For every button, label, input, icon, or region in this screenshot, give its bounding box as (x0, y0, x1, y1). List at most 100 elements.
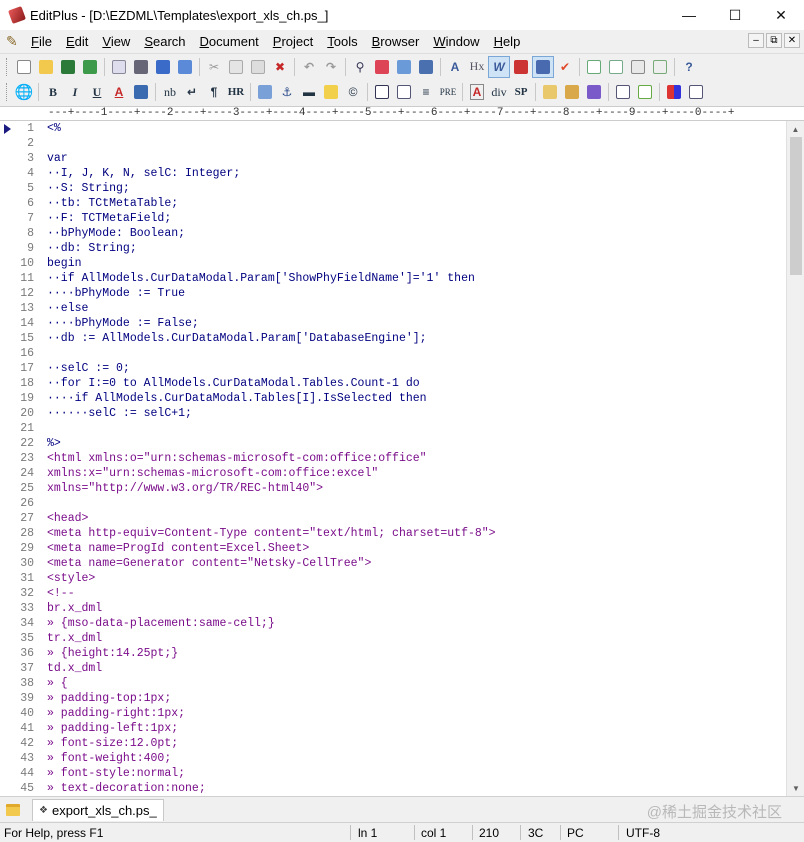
code-line[interactable]: 8 ··bPhyMode: Boolean; (0, 226, 786, 241)
go-to-line-button[interactable] (415, 56, 437, 78)
tab-export-xls-ch[interactable]: ❖ export_xls_ch.ps_ (32, 798, 164, 821)
pre-button[interactable]: PRE (437, 81, 459, 103)
comment-button[interactable]: © (342, 81, 364, 103)
line-number-button[interactable] (510, 56, 532, 78)
code-line[interactable]: 17 ··selC := 0; (0, 361, 786, 376)
code-line[interactable]: 13 ··else (0, 301, 786, 316)
save-button[interactable] (57, 56, 79, 78)
toolbar-grip[interactable] (6, 57, 9, 76)
code-line[interactable]: 28 <meta http-equiv=Content-Type content=… (0, 526, 786, 541)
font-color-button[interactable]: A (108, 81, 130, 103)
html-browser-button[interactable]: 🌐 (13, 81, 35, 103)
code-line[interactable]: 41 » padding-left:1px; (0, 721, 786, 736)
underline-button[interactable]: U (86, 81, 108, 103)
italic-button[interactable]: I (64, 81, 86, 103)
spell-check-button[interactable] (152, 56, 174, 78)
cut-button[interactable]: ✂ (203, 56, 225, 78)
code-line[interactable]: 16 (0, 346, 786, 361)
vertical-scrollbar[interactable]: ▲ ▼ (786, 121, 804, 796)
highlight-button[interactable] (320, 81, 342, 103)
color-picker-button[interactable] (583, 81, 605, 103)
menu-search[interactable]: Search (137, 34, 192, 49)
code-line[interactable]: 43 » font-weight:400; (0, 751, 786, 766)
open-button[interactable] (35, 56, 57, 78)
nbsp-button[interactable]: nb (159, 81, 181, 103)
color-button[interactable] (663, 81, 685, 103)
status-encoding[interactable]: UTF-8 (626, 826, 660, 840)
code-line[interactable]: 27 <head> (0, 511, 786, 526)
menu-view[interactable]: View (95, 34, 137, 49)
paste-button[interactable] (247, 56, 269, 78)
frame-button[interactable] (612, 81, 634, 103)
code-line[interactable]: 44 » font-style:normal; (0, 766, 786, 781)
find-in-files-button[interactable] (393, 56, 415, 78)
font-face-button[interactable]: A (466, 81, 488, 103)
code-line[interactable]: 31 <style> (0, 571, 786, 586)
code-line[interactable]: 24 xmlns:x="urn:schemas-microsoft-com:off… (0, 466, 786, 481)
maximize-button[interactable]: ☐ (712, 0, 758, 30)
code-line[interactable]: 4 ··I, J, K, N, selC: Integer; (0, 166, 786, 181)
code-line[interactable]: 10 begin (0, 256, 786, 271)
code-line[interactable]: 35 tr.x_dml (0, 631, 786, 646)
folder-icon[interactable] (6, 803, 20, 816)
menu-file[interactable]: File (24, 34, 59, 49)
scroll-up-arrow-icon[interactable]: ▲ (787, 121, 804, 137)
close-button[interactable]: ✕ (758, 0, 804, 30)
delete-button[interactable]: ✖ (269, 56, 291, 78)
table-button[interactable] (371, 81, 393, 103)
code-line[interactable]: 6 ··tb: TCtMetaTable; (0, 196, 786, 211)
script-button[interactable] (561, 81, 583, 103)
code-line[interactable]: 5 ··S: String; (0, 181, 786, 196)
code-line[interactable]: 32 <!-- (0, 586, 786, 601)
scrollbar-thumb[interactable] (790, 137, 802, 275)
code-line[interactable]: 9 ··db: String; (0, 241, 786, 256)
copy-button[interactable] (225, 56, 247, 78)
output-window-button[interactable] (649, 56, 671, 78)
code-line[interactable]: 29 <meta name=ProgId content=Excel.Sheet> (0, 541, 786, 556)
code-editor[interactable]: 1 <% 2 3 var 4 ··I, J, K, N, selC: Integer; 5 ··… (0, 121, 786, 796)
save-all-button[interactable] (79, 56, 101, 78)
cliptext-button[interactable] (605, 56, 627, 78)
doc-close-button[interactable]: ✕ (784, 33, 800, 48)
code-line[interactable]: 21 (0, 421, 786, 436)
heading-button[interactable]: Hx (466, 56, 488, 78)
directory-button[interactable] (627, 56, 649, 78)
code-line[interactable]: 11 ··if AllModels.CurDataModal.Param['Sho… (0, 271, 786, 286)
find-button[interactable]: ⚲ (349, 56, 371, 78)
bold-button[interactable]: B (42, 81, 64, 103)
code-line[interactable]: 18 ··for I:=0 to AllModels.CurDataModal.T… (0, 376, 786, 391)
menu-project[interactable]: Project (266, 34, 320, 49)
window-list-button[interactable] (583, 56, 605, 78)
div-button[interactable]: div (488, 81, 510, 103)
replace-button[interactable] (371, 56, 393, 78)
frameset-button[interactable] (634, 81, 656, 103)
code-line[interactable]: 26 (0, 496, 786, 511)
print-preview-button[interactable] (108, 56, 130, 78)
code-line[interactable]: 15 ··db := AllModels.CurDataModal.Param['… (0, 331, 786, 346)
code-line[interactable]: 37 td.x_dml (0, 661, 786, 676)
menu-window[interactable]: Window (426, 34, 486, 49)
code-line[interactable]: 36 » {height:14.25pt;} (0, 646, 786, 661)
code-line[interactable]: 34 » {mso-data-placement:same-cell;} (0, 616, 786, 631)
hr-button[interactable]: HR (225, 81, 247, 103)
code-line[interactable]: 22 %> (0, 436, 786, 451)
code-line[interactable]: 20 ······selC := selC+1; (0, 406, 786, 421)
paragraph-button[interactable]: ¶ (203, 81, 225, 103)
doc-minimize-button[interactable]: – (748, 33, 764, 48)
anchor-button[interactable]: ⚓ (276, 81, 298, 103)
doc-restore-button[interactable]: ⧉ (766, 33, 782, 48)
code-line[interactable]: 3 var (0, 151, 786, 166)
browser-view-button[interactable] (174, 56, 196, 78)
toolbar-grip[interactable] (6, 83, 9, 101)
undo-button[interactable]: ↶ (298, 56, 320, 78)
form-button[interactable] (539, 81, 561, 103)
code-line[interactable]: 42 » font-size:12.0pt; (0, 736, 786, 751)
image-button[interactable] (254, 81, 276, 103)
font-button[interactable]: A (444, 56, 466, 78)
new-file-button[interactable] (13, 56, 35, 78)
code-line[interactable]: 19 ····if AllModels.CurDataModal.Tables[I… (0, 391, 786, 406)
code-line[interactable]: 23 <html xmlns:o="urn:schemas-microsoft-c… (0, 451, 786, 466)
code-line[interactable]: 25 xmlns="http://www.w3.org/TR/REC-html40… (0, 481, 786, 496)
word-wrap-button[interactable]: W (488, 55, 510, 78)
check-button[interactable]: ✔ (554, 56, 576, 78)
